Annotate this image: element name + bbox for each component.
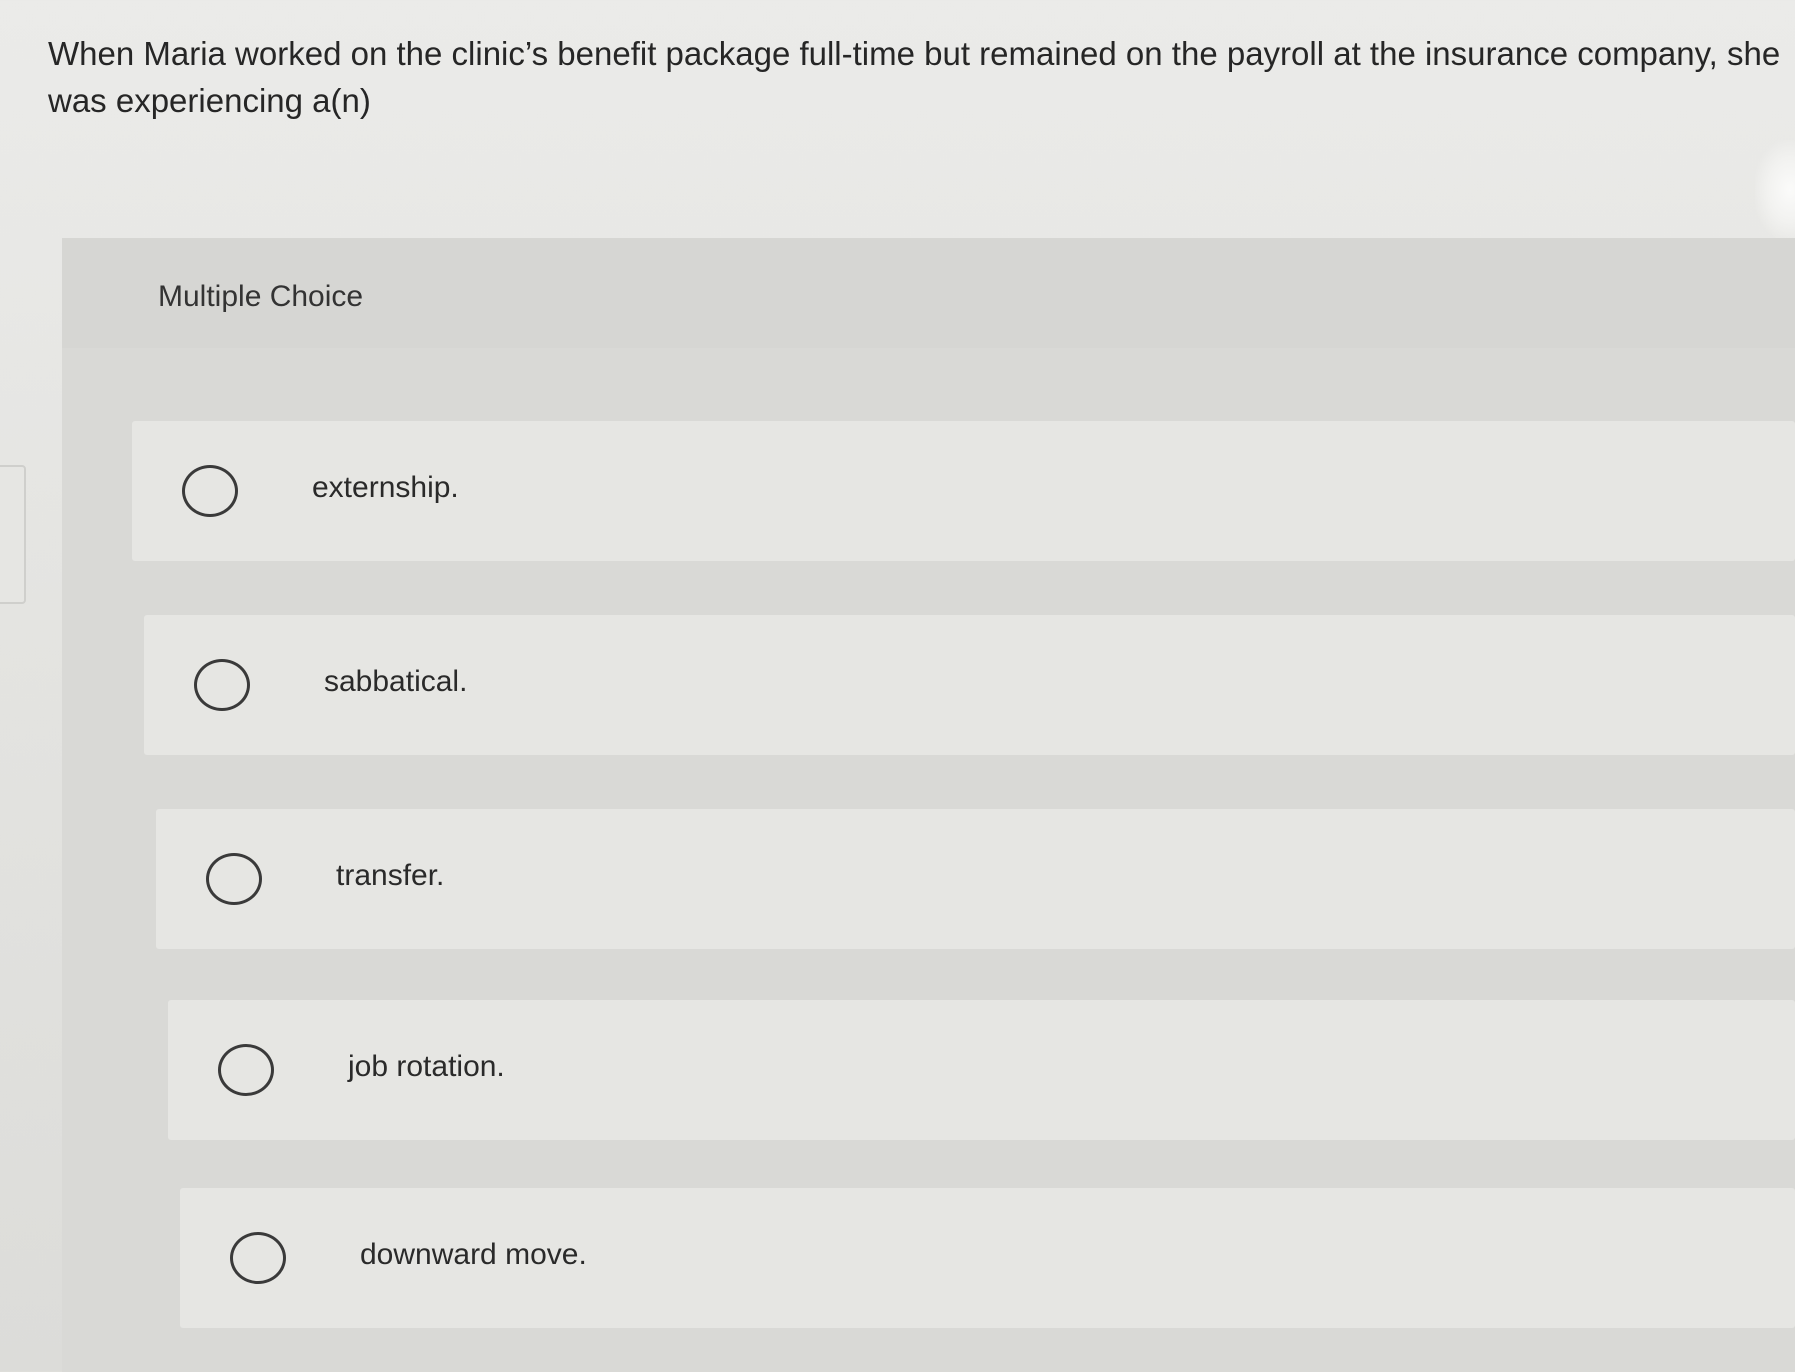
multiple-choice-panel: Multiple Choice externship. sabbatical. … [62, 238, 1795, 1372]
question-line-2: was experiencing a(n) [48, 82, 371, 119]
radio-button-icon[interactable] [206, 853, 262, 905]
option-transfer[interactable]: transfer. [156, 809, 1795, 949]
option-label: externship. [312, 471, 459, 504]
radio-button-icon[interactable] [182, 465, 238, 517]
radio-button-icon[interactable] [218, 1044, 274, 1096]
multiple-choice-header: Multiple Choice [62, 238, 1795, 348]
question-text: When Maria worked on the clinic’s benefi… [48, 30, 1795, 124]
screen-glare [1755, 140, 1795, 240]
option-downward-move[interactable]: downward move. [180, 1188, 1795, 1328]
option-sabbatical[interactable]: sabbatical. [144, 615, 1795, 755]
option-label: job rotation. [348, 1050, 505, 1083]
option-label: sabbatical. [324, 665, 468, 698]
option-externship[interactable]: externship. [132, 421, 1795, 561]
option-label: transfer. [336, 859, 445, 892]
multiple-choice-title: Multiple Choice [158, 280, 364, 313]
question-line-1: When Maria worked on the clinic’s benefi… [48, 35, 1781, 72]
side-tab[interactable] [0, 465, 26, 604]
option-job-rotation[interactable]: job rotation. [168, 1000, 1795, 1140]
option-label: downward move. [360, 1238, 587, 1271]
radio-button-icon[interactable] [230, 1232, 286, 1284]
radio-button-icon[interactable] [194, 659, 250, 711]
